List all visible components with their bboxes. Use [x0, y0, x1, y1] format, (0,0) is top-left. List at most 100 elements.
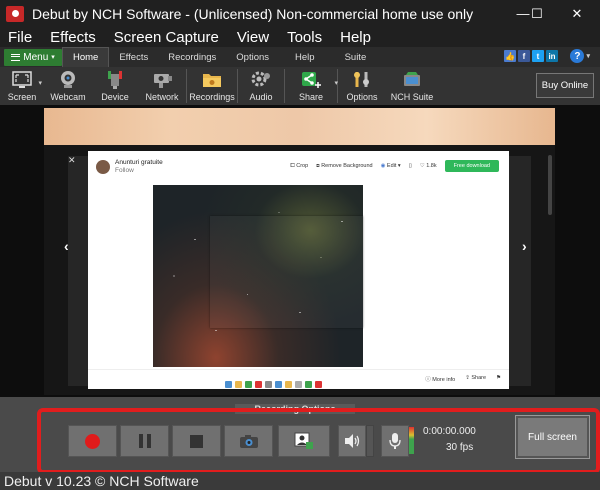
microphone-icon	[389, 433, 401, 449]
tab-options[interactable]: Options	[226, 47, 279, 67]
menu-button-label: Menu	[23, 51, 49, 63]
share-action: ⇪ Share	[465, 375, 487, 381]
nch-suite-button[interactable]: NCH Suite	[386, 67, 438, 105]
chevron-down-icon: ▾	[586, 53, 590, 60]
suite-icon	[401, 70, 423, 89]
pause-button[interactable]	[120, 425, 169, 457]
bookmark-icon: ▯	[408, 163, 412, 169]
webcam-label: Webcam	[50, 92, 86, 102]
webcam-button[interactable]: Webcam	[44, 67, 92, 105]
camera-icon	[239, 434, 258, 448]
menu-button[interactable]: Menu ▾	[4, 48, 62, 66]
page-sidebar	[509, 156, 531, 386]
menu-bar: File Effects Screen Capture View Tools H…	[0, 27, 600, 47]
free-download-button: Free download	[444, 160, 499, 172]
speaker-icon	[345, 434, 360, 448]
captured-taskbar	[225, 381, 375, 389]
chevron-left-icon: ‹	[64, 238, 69, 254]
screen-button[interactable]: Screen ▾	[0, 67, 44, 105]
linkedin-icon[interactable]: in	[546, 50, 558, 62]
menu-tools[interactable]: Tools	[278, 29, 331, 46]
tab-suite[interactable]: Suite	[331, 47, 381, 67]
chevron-right-icon: ›	[522, 238, 527, 254]
tab-recordings[interactable]: Recordings	[158, 47, 226, 67]
help-icon: ?	[570, 49, 585, 63]
title-bar: Debut by NCH Software - (Unlicensed) Non…	[0, 0, 600, 27]
starry-sky-photo	[153, 185, 363, 367]
remove-bg-action: ⧈ Remove Background	[316, 162, 373, 169]
audio-icon	[250, 70, 272, 89]
recording-time: 0:00:00.000	[423, 426, 476, 437]
device-label: Device	[101, 92, 129, 102]
folder-icon	[201, 70, 223, 89]
recordings-label: Recordings	[189, 92, 235, 102]
microphone-level-meter	[409, 427, 414, 454]
recordings-button[interactable]: Recordings	[187, 67, 237, 105]
chevron-down-icon: ▾	[51, 54, 55, 61]
network-icon	[151, 70, 173, 89]
close-icon: ✕	[68, 155, 76, 165]
tab-effects[interactable]: Effects	[109, 47, 158, 67]
modal-follow: Follow	[115, 167, 134, 174]
webcam-overlay-icon	[294, 432, 313, 449]
edit-action: ◉ Edit ▾	[380, 163, 401, 169]
network-label: Network	[145, 92, 179, 102]
likes-count: ♡ 1.8k	[419, 163, 437, 169]
device-icon	[104, 70, 126, 89]
options-icon	[351, 70, 373, 89]
menu-effects[interactable]: Effects	[41, 29, 105, 46]
tab-home[interactable]: Home	[62, 47, 110, 67]
facebook-icon[interactable]: f	[518, 50, 530, 62]
record-icon	[85, 433, 100, 449]
close-button[interactable]: ✕	[554, 0, 600, 27]
screen-icon	[11, 70, 33, 89]
like-icon[interactable]: 👍	[504, 50, 516, 62]
nch-suite-label: NCH Suite	[390, 92, 434, 102]
crop-action: ⧠ Crop	[290, 162, 309, 169]
full-screen-button[interactable]: Full screen	[515, 415, 590, 459]
flag-icon: ⚑	[496, 375, 501, 381]
modal-footer-actions: ⓘ More info ⇪ Share ⚑	[425, 375, 501, 383]
microphone-button[interactable]	[381, 425, 409, 457]
hamburger-icon	[11, 53, 21, 61]
overlay-button[interactable]	[278, 425, 330, 457]
avatar	[96, 160, 110, 174]
snapshot-button[interactable]	[224, 425, 273, 457]
app-logo-icon	[6, 5, 24, 22]
menu-help[interactable]: Help	[331, 29, 380, 46]
menu-file[interactable]: File	[0, 29, 41, 46]
device-button[interactable]: Device	[92, 67, 138, 105]
window-title: Debut by NCH Software - (Unlicensed) Non…	[32, 5, 474, 22]
options-button[interactable]: Options	[338, 67, 386, 105]
stop-icon	[190, 434, 203, 448]
pause-icon	[138, 434, 151, 448]
menu-view[interactable]: View	[228, 29, 278, 46]
twitter-icon[interactable]: t	[532, 50, 544, 62]
image-viewer-modal: Anunturi gratuite Follow ⧠ Crop ⧈ Remove…	[88, 151, 509, 389]
social-links: 👍 f t in	[504, 50, 558, 62]
page-header-banner	[44, 108, 555, 145]
share-label: Share	[298, 92, 324, 102]
volume-button[interactable]	[338, 425, 366, 457]
volume-meter-speaker	[366, 425, 374, 457]
share-button[interactable]: Share ▾	[285, 67, 338, 105]
ribbon-tabs: Menu ▾ Home Effects Recordings Options H…	[0, 47, 600, 67]
frame-rate: 30 fps	[446, 442, 474, 453]
screen-label: Screen	[7, 92, 37, 102]
share-icon	[300, 70, 322, 89]
help-button[interactable]: ? ▾	[570, 49, 590, 63]
crop-overlay	[210, 216, 363, 328]
scrollbar	[548, 155, 552, 215]
network-button[interactable]: Network	[138, 67, 186, 105]
tab-help[interactable]: Help	[279, 47, 331, 67]
audio-button[interactable]: Audio	[238, 67, 284, 105]
page-sidebar	[68, 156, 90, 386]
status-bar: Debut v 10.23 © NCH Software	[0, 472, 600, 490]
buy-online-button[interactable]: Buy Online	[536, 73, 594, 98]
record-button[interactable]	[68, 425, 117, 457]
toolbar: Screen ▾ Webcam Device Network Recording…	[0, 67, 600, 105]
modal-user: Anunturi gratuite Follow	[96, 159, 163, 175]
menu-screen-capture[interactable]: Screen Capture	[105, 29, 228, 46]
more-info-action: ⓘ More info	[425, 377, 456, 383]
stop-button[interactable]	[172, 425, 221, 457]
